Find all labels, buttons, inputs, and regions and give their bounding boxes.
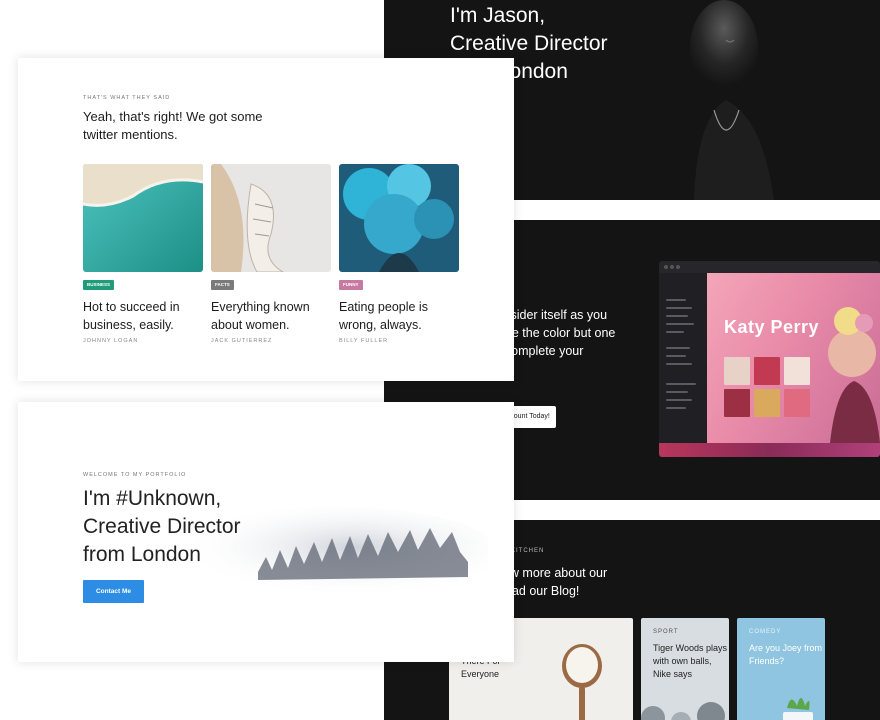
music-app-screenshot: Katy Perry [659,261,880,457]
contact-me-button[interactable]: Contact Me [83,580,144,603]
blog-card-comedy[interactable]: COMEDY Are you Joey from Friends? [737,618,825,720]
snow-branches-image [641,702,725,720]
artist-title: Katy Perry [724,317,820,337]
portfolio-kicker: WELCOME TO MY PORTFOLIO [83,472,187,478]
album-tile [724,389,750,417]
album-tile [784,389,810,417]
category-badge[interactable]: BUSINESS [83,280,115,290]
app-artist-view: Katy Perry [707,273,880,443]
architecture-image [211,164,331,272]
blog-card-kicker: COMEDY [749,629,782,635]
portfolio-title: I'm #Unknown, Creative Director from Lon… [83,487,241,566]
blue-smoke-image [339,164,459,272]
blog-kicker: KITCHEN [511,548,545,554]
beach-aerial-image [83,164,203,272]
blog-card-title: Tiger Woods plays with own balls, Nike s… [653,643,728,679]
section-kicker: THAT'S WHAT THEY SAID [83,95,171,101]
section-title: Yeah, that's right! We got some twitter … [83,109,263,142]
window-dot-icon [670,265,674,269]
category-badge[interactable]: FACTS [211,280,234,290]
article-author: BILLY FULLER [339,338,389,344]
album-tile [754,357,780,385]
article-title[interactable]: Eating people is wrong, always. [339,298,464,334]
window-dot-icon [664,265,668,269]
album-tile [754,389,780,417]
window-dot-icon [676,265,680,269]
article-author: JOHNNY LOGAN [83,338,139,344]
portfolio-hero-card: WELCOME TO MY PORTFOLIO I'm #Unknown, Cr… [18,402,514,662]
portrait-image [690,0,774,200]
app-player-bar [659,443,880,457]
artist-photo [828,307,880,443]
article-title[interactable]: Everything known about women. [211,298,336,334]
app-titlebar [659,261,880,273]
blog-card-kicker: SPORT [653,629,679,635]
twitter-mentions-card: THAT'S WHAT THEY SAID Yeah, that's right… [18,58,514,381]
album-tile [724,357,750,385]
article-title[interactable]: Hot to succeed in business, easily. [83,298,208,334]
category-badge[interactable]: FUNNY [339,280,363,290]
blog-card-title: Are you Joey from Friends? [749,643,823,666]
showcase-stage: I'm Jason, Creative Director from London… [0,0,880,720]
blog-card-sport[interactable]: SPORT Tiger Woods plays with own balls, … [641,618,729,720]
album-tile [784,357,810,385]
plant-image [783,698,813,720]
app-sidebar [659,273,707,443]
salt-spoon-image [562,644,602,720]
article-author: JACK GUTIERREZ [211,338,273,344]
